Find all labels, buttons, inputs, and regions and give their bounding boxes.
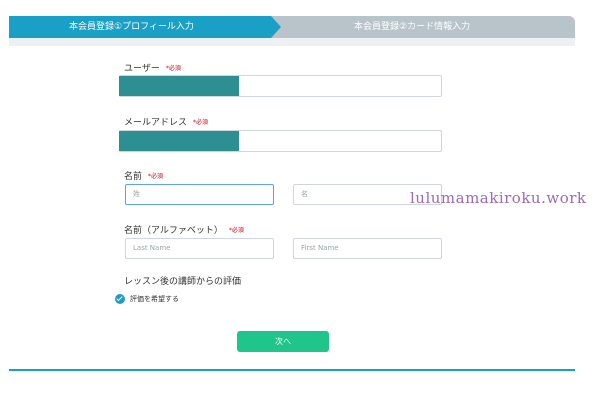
email-label-text: メールアドレス	[124, 118, 188, 128]
alphabet-name-label-text: 名前（アルファベット）	[124, 226, 223, 236]
email-label: メールアドレス *必須	[124, 115, 208, 128]
step-2-label: 本会員登録②カード情報入力	[354, 22, 471, 32]
watermark: lulumamakiroku.work	[410, 189, 587, 207]
email-redaction	[119, 131, 239, 151]
step-progress: 本会員登録①プロフィール入力 本会員登録②カード情報入力	[9, 16, 575, 38]
user-label-text: ユーザー	[124, 64, 160, 74]
header-divider	[9, 38, 575, 46]
evaluation-option-label: 評価を希望する	[130, 295, 179, 303]
next-button[interactable]: 次へ	[237, 331, 329, 352]
name-required-badge: *必須	[148, 173, 164, 180]
alphabet-required-badge: *必須	[228, 227, 244, 234]
first-name-alphabet-input[interactable]: First Name	[293, 238, 442, 259]
name-label-text: 名前	[124, 172, 143, 182]
email-required-badge: *必須	[193, 119, 209, 126]
user-label: ユーザー *必須	[124, 61, 181, 74]
alphabet-name-label: 名前（アルファベット） *必須	[124, 223, 244, 236]
bottom-divider	[9, 369, 575, 371]
last-name-alphabet-input[interactable]: Last Name	[125, 238, 274, 259]
evaluation-heading: レッスン後の講師からの評価	[124, 277, 242, 287]
user-redaction	[119, 76, 239, 96]
user-required-badge: *必須	[165, 65, 181, 72]
check-circle-icon[interactable]	[115, 294, 125, 304]
last-name-input[interactable]: 姓	[125, 184, 274, 205]
name-label: 名前 *必須	[124, 169, 163, 182]
step-1-label: 本会員登録①プロフィール入力	[69, 22, 194, 32]
